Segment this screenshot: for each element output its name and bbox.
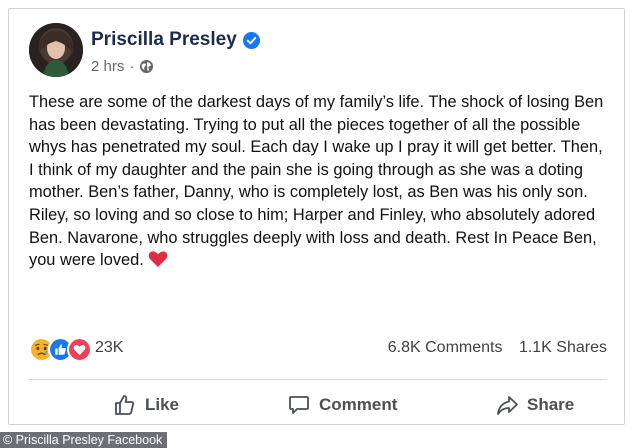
- avatar[interactable]: [29, 23, 83, 77]
- like-button[interactable]: Like: [113, 387, 179, 423]
- share-label: Share: [527, 395, 575, 414]
- post-text-content: These are some of the darkest days of my…: [29, 93, 604, 270]
- shares-count[interactable]: 1.1K Shares: [519, 339, 607, 356]
- speech-bubble-icon: [289, 396, 309, 414]
- thumbs-up-icon: [115, 395, 135, 415]
- comment-button[interactable]: Comment: [287, 387, 397, 423]
- like-label: Like: [145, 395, 180, 414]
- verified-badge-icon: [242, 31, 260, 49]
- share-arrow-icon: [497, 396, 518, 415]
- love-reaction-icon: [67, 337, 92, 362]
- comments-count[interactable]: 6.8K Comments: [388, 339, 503, 356]
- facebook-post: Priscilla Presley 2 hrs · These are some…: [8, 8, 625, 425]
- post-timestamp[interactable]: 2 hrs: [91, 58, 124, 75]
- author-name[interactable]: Priscilla Presley: [91, 29, 237, 51]
- post-text: These are some of the darkest days of my…: [29, 91, 609, 275]
- red-heart-icon: [148, 250, 168, 275]
- globe-icon: [140, 59, 154, 74]
- divider: [29, 379, 607, 380]
- reactions-bar: 23K 6.8K Comments 1.1K Shares: [29, 337, 607, 362]
- reaction-count[interactable]: 23K: [95, 339, 123, 357]
- action-bar: Like Comment Share: [9, 387, 624, 423]
- reaction-icons[interactable]: [29, 337, 92, 362]
- comment-label: Comment: [319, 395, 398, 414]
- photo-credit: © Priscilla Presley Facebook: [0, 432, 168, 448]
- share-button[interactable]: Share: [495, 387, 574, 423]
- separator-dot: ·: [129, 58, 135, 75]
